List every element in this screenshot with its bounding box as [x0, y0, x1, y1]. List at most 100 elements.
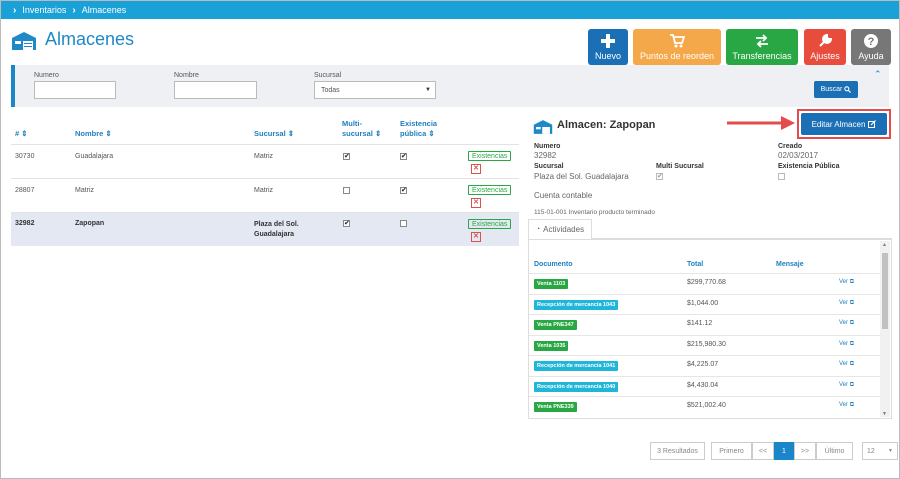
svg-text:?: ?	[868, 36, 875, 48]
resultados-count: 3 Resultados	[650, 442, 705, 460]
external-link-icon: ⧉	[849, 299, 854, 306]
activity-row: Recepción de mercancía 1043 $1,044.00 Ver …	[529, 293, 881, 314]
col-sucursal-header[interactable]: Sucursal ⇕	[254, 129, 294, 138]
ayuda-label: Ayuda	[858, 51, 884, 61]
existencia-publica-checkbox	[778, 173, 785, 180]
warehouse-icon	[533, 120, 553, 134]
caret-down-icon: ▼	[888, 448, 893, 454]
row-nombre: Guadalajara	[75, 153, 114, 160]
buscar-button[interactable]: Buscar	[814, 81, 858, 98]
ver-link[interactable]: Ver ⧉	[839, 300, 854, 307]
activity-total: $4,225.07	[687, 361, 719, 368]
caret-down-icon: ▼	[425, 87, 431, 93]
col-existencia-header[interactable]: Existencia pública ⇕	[400, 119, 437, 139]
breadcrumb-inventarios[interactable]: Inventarios	[22, 5, 66, 15]
sucursal-filter-value: Todas	[321, 86, 340, 94]
ver-link[interactable]: Ver ⧉	[839, 361, 854, 368]
ver-link[interactable]: Ver ⧉	[839, 341, 854, 348]
puntos-reorden-label: Puntos de reorden	[639, 51, 715, 61]
activity-row: Recepción de mercancía 1041 $4,225.07 Ver …	[529, 355, 881, 375]
edit-icon	[868, 120, 877, 128]
ajustes-label: Ajustes	[810, 51, 840, 61]
activity-total: $299,770.68	[687, 279, 726, 286]
tab-actividades[interactable]: ◔ Actividades	[528, 219, 592, 239]
search-icon	[844, 86, 852, 93]
buscar-label: Buscar	[820, 86, 843, 93]
chevron-right-icon: ›	[72, 4, 76, 16]
document-badge: Venta PNE339	[534, 402, 577, 412]
exchange-icon	[756, 34, 768, 48]
sucursal-label: Sucursal	[534, 163, 564, 170]
numero-filter-input[interactable]	[34, 81, 116, 99]
ajustes-button[interactable]: Ajustes	[804, 29, 846, 65]
ver-link[interactable]: Ver ⧉	[839, 402, 854, 409]
document-badge: Recepción de mercancía 1043	[534, 299, 619, 310]
row-existencia-checkbox[interactable]: ✔	[400, 187, 407, 194]
col-mensaje-header: Mensaje	[776, 261, 804, 268]
ayuda-button[interactable]: ? Ayuda	[851, 29, 891, 65]
row-num: 32982	[15, 220, 35, 227]
prev-page-button[interactable]: <<	[752, 442, 774, 460]
nombre-filter-input[interactable]	[174, 81, 257, 99]
sucursal-value: Plaza del Sol. Guadalajara	[534, 172, 629, 181]
rss-icon: ◔	[535, 226, 541, 233]
existencias-button[interactable]: Existencias	[468, 185, 512, 195]
document-badge: Venta PNE347	[534, 320, 577, 330]
numero-value: 32982	[534, 151, 557, 160]
delete-icon[interactable]: ✕	[471, 198, 481, 208]
delete-icon[interactable]: ✕	[471, 164, 481, 174]
cuenta-value: 115-01-001 Inventario producto terminado	[534, 209, 655, 216]
creado-value: 02/03/2017	[778, 151, 819, 160]
row-sucursal: Plaza del Sol. Guadalajara	[254, 221, 299, 238]
existencias-button[interactable]: Existencias	[468, 219, 512, 229]
breadcrumb: › Inventarios › Almacenes	[1, 1, 899, 19]
scroll-down-icon[interactable]: ▼	[882, 411, 887, 417]
activity-row: Recepción de mercancía 1040 $4,430.04 Ver …	[529, 375, 881, 396]
collapse-chevron-icon[interactable]: ⌃	[874, 69, 882, 80]
col-num-header[interactable]: # ⇕	[15, 129, 28, 138]
nombre-filter-label: Nombre	[174, 72, 199, 79]
table-row[interactable]: 30730 Guadalajara Matriz ✔ ✔ Existencias…	[11, 144, 519, 178]
primero-button[interactable]: Primero	[711, 442, 752, 460]
puntos-reorden-button[interactable]: Puntos de reorden	[633, 29, 721, 65]
table-row[interactable]: 28807 Matriz Matriz ✔ Existencias ✕	[11, 178, 519, 212]
page-1-button[interactable]: 1	[774, 442, 794, 460]
col-nombre-header[interactable]: Nombre ⇕	[75, 129, 112, 138]
row-multi-checkbox[interactable]: ✔	[343, 220, 350, 227]
editar-almacen-button[interactable]: Editar Almacen	[801, 113, 887, 135]
col-documento-header: Documento	[534, 261, 573, 268]
transferencias-button[interactable]: Transferencias	[726, 29, 798, 65]
delete-icon[interactable]: ✕	[471, 232, 481, 242]
breadcrumb-almacenes: Almacenes	[81, 5, 127, 15]
activity-total: $215,980.30	[687, 340, 726, 348]
scroll-up-icon[interactable]: ▲	[882, 242, 887, 248]
row-multi-checkbox[interactable]	[343, 187, 350, 194]
activity-total: $141.12	[687, 320, 713, 327]
existencias-button[interactable]: Existencias	[468, 151, 512, 161]
activity-total: $521,002.40	[687, 402, 726, 409]
page-size-select[interactable]: 12 ▼	[862, 442, 898, 460]
sucursal-filter-select[interactable]: Todas ▼	[314, 81, 436, 99]
external-link-icon: ⧉	[849, 320, 854, 326]
scrollbar-thumb[interactable]	[882, 253, 888, 329]
multi-sucursal-checkbox: ✔	[656, 173, 663, 180]
ver-link[interactable]: Ver ⧉	[839, 382, 854, 389]
activity-total: $4,430.04	[687, 381, 719, 389]
multi-sucursal-label: Multi Sucursal	[656, 163, 704, 170]
nuevo-button[interactable]: Nuevo	[588, 29, 628, 65]
question-icon: ?	[864, 34, 878, 48]
wrench-icon	[819, 33, 833, 47]
ver-link[interactable]: Ver ⧉	[839, 320, 854, 327]
row-num: 28807	[15, 187, 35, 194]
table-row-selected[interactable]: 32982 Zapopan Plaza del Sol. Guadalajara …	[11, 212, 519, 246]
next-page-button[interactable]: >>	[794, 442, 816, 460]
detail-title: Almacen: Zapopan	[557, 119, 656, 131]
col-multi-header[interactable]: Multi-sucursal ⇕	[342, 119, 381, 139]
row-multi-checkbox[interactable]: ✔	[343, 153, 350, 160]
ver-link[interactable]: Ver ⧉	[839, 279, 854, 286]
row-existencia-checkbox[interactable]	[400, 220, 407, 227]
ultimo-button[interactable]: Último	[816, 442, 853, 460]
row-existencia-checkbox[interactable]: ✔	[400, 153, 407, 160]
page-title: Almacenes	[45, 29, 135, 49]
cuenta-label: Cuenta contable	[534, 191, 593, 200]
